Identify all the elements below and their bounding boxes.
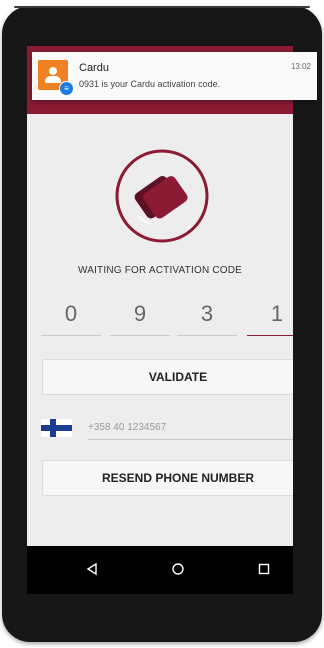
recent-apps-icon[interactable] [257, 562, 271, 576]
code-digit-1[interactable]: 0 [41, 301, 101, 336]
notification-time: 13:02 [290, 62, 311, 71]
flag-stripe-horizontal [41, 425, 72, 431]
cardu-logo-icon [115, 149, 209, 243]
navigation-bar [27, 546, 293, 594]
phone-number-input[interactable]: +358 40 1234567 [88, 417, 293, 440]
message-badge-icon: ≡ [59, 81, 74, 96]
code-digit-3[interactable]: 3 [177, 301, 237, 336]
phone-bezel-highlight [14, 6, 310, 8]
home-icon[interactable] [171, 562, 185, 576]
code-digit-4[interactable]: 1 [247, 301, 293, 336]
waiting-status-text: WAITING FOR ACTIVATION CODE [77, 265, 243, 276]
code-digit-2[interactable]: 9 [110, 301, 170, 336]
validate-button[interactable]: VALIDATE [42, 359, 293, 395]
finland-flag-icon[interactable] [41, 419, 72, 437]
notification-message: 0931 is your Cardu activation code. [79, 79, 221, 89]
resend-phone-number-button[interactable]: RESEND PHONE NUMBER [42, 460, 293, 496]
notification-app-name: Cardu [79, 62, 109, 74]
app-screen: WAITING FOR ACTIVATION CODE 0 9 3 1 VALI… [27, 46, 293, 546]
flag-stripe-vertical [50, 419, 56, 437]
back-icon[interactable] [85, 562, 99, 576]
notification-card[interactable]: ≡ Cardu 13:02 0931 is your Cardu activat… [32, 52, 317, 100]
